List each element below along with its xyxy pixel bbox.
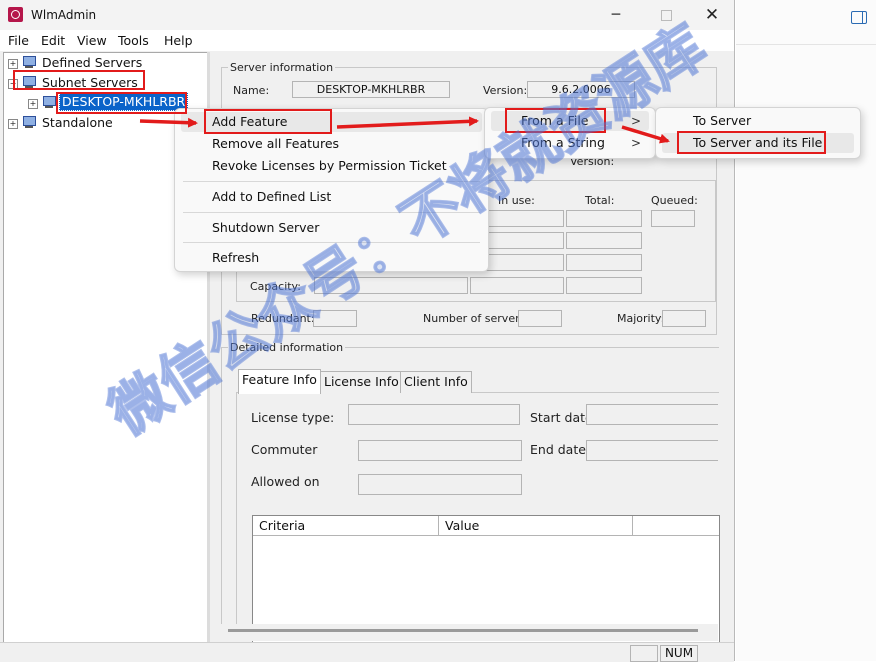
tab-license-info[interactable]: License Info: [320, 371, 403, 393]
status-bar: NUM: [0, 642, 734, 662]
highlight-to-server-and-its-file: [677, 131, 826, 154]
expand-host[interactable]: +: [28, 99, 38, 109]
name-field: DESKTOP-MKHLRBR: [292, 81, 450, 98]
capacity-field-2: [470, 277, 564, 294]
number-of-servers-field: [518, 310, 562, 327]
in-use-field-2: [488, 232, 564, 249]
title-bar: WlmAdmin ─ ✕: [0, 0, 734, 30]
expand-standalone[interactable]: +: [8, 119, 18, 129]
number-of-servers-label: Number of servers:: [423, 312, 530, 325]
status-num-indicator: NUM: [660, 645, 698, 662]
tree-item-defined-servers[interactable]: Defined Servers: [42, 55, 142, 70]
app-icon: [8, 7, 23, 22]
end-date-label: End date:: [530, 442, 591, 457]
tree-item-standalone[interactable]: Standalone: [42, 115, 113, 130]
highlight-subnet-servers: [13, 70, 145, 90]
menu-file[interactable]: File: [8, 33, 29, 48]
server-icon: [42, 96, 56, 108]
horizontal-scrollbar[interactable]: [210, 624, 718, 641]
allowed-on-label: Allowed on: [251, 474, 320, 489]
name-label: Name:: [233, 84, 270, 97]
side-panel-icon[interactable]: [851, 11, 867, 24]
column-empty[interactable]: [633, 516, 719, 536]
end-date-field: [586, 440, 718, 461]
menu-view[interactable]: View: [77, 33, 107, 48]
start-date-label: Start date: [530, 410, 593, 425]
desktop-background: [736, 0, 876, 661]
majority-label: Majority:: [617, 312, 665, 325]
scrollbar-thumb[interactable]: [228, 629, 698, 632]
column-value[interactable]: Value: [439, 516, 633, 536]
total-field-3: [566, 254, 642, 271]
commuter-field: [358, 440, 522, 461]
license-type-field: [348, 404, 520, 425]
tab-client-info[interactable]: Client Info: [400, 371, 472, 393]
majority-field: [662, 310, 706, 327]
queued-field: [651, 210, 695, 227]
capacity-field-3: [566, 277, 642, 294]
status-cell-empty: [630, 645, 658, 662]
window-title: WlmAdmin: [31, 8, 97, 22]
total-field-2: [566, 232, 642, 249]
close-button[interactable]: ✕: [692, 4, 732, 26]
highlight-host: [56, 92, 187, 114]
menu-item-remove-all-features[interactable]: Remove all Features: [181, 134, 482, 154]
menu-tools[interactable]: Tools: [118, 33, 149, 48]
server-group-icon: [22, 56, 36, 68]
start-date-field: [586, 404, 718, 425]
column-criteria[interactable]: Criteria: [253, 516, 439, 536]
expand-defined-servers[interactable]: +: [8, 59, 18, 69]
highlight-add-feature: [204, 109, 332, 134]
total-field: [566, 210, 642, 227]
chevron-right-icon: >: [630, 136, 641, 150]
license-type-label: License type:: [251, 410, 335, 425]
desktop-divider: [736, 44, 876, 45]
menu-help[interactable]: Help: [164, 33, 193, 48]
allowed-on-field: [358, 474, 522, 495]
menu-item-to-server[interactable]: To Server: [662, 111, 854, 131]
server-info-label: Server information: [228, 61, 336, 74]
menu-edit[interactable]: Edit: [41, 33, 65, 48]
server-group-icon: [22, 116, 36, 128]
commuter-label: Commuter: [251, 442, 318, 457]
minimize-button[interactable]: ─: [596, 4, 636, 26]
queued-label: Queued:: [651, 194, 698, 207]
version-label: Version:: [483, 84, 528, 97]
total-label: Total:: [585, 194, 615, 207]
